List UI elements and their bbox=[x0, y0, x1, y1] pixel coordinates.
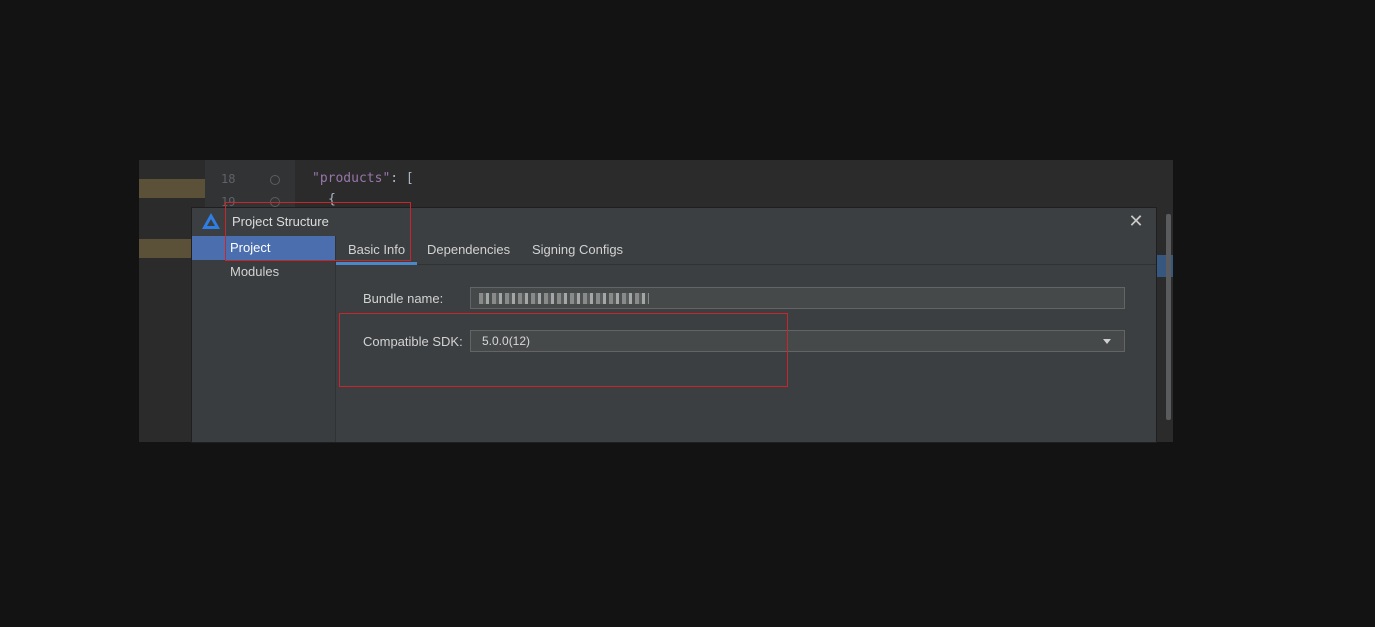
tab-dependencies[interactable]: Dependencies bbox=[427, 236, 510, 264]
dropdown-arrow-icon bbox=[1103, 339, 1111, 344]
code-line: { bbox=[328, 192, 336, 207]
json-key: "products" bbox=[312, 171, 391, 186]
project-structure-dialog: Project Structure ✕ Project Modules Basi… bbox=[192, 208, 1156, 442]
fold-icon[interactable] bbox=[270, 175, 280, 185]
json-punct: : [ bbox=[390, 171, 414, 186]
editor-highlight-bar bbox=[139, 179, 205, 198]
app-logo-icon bbox=[202, 213, 220, 229]
dialog-title: Project Structure bbox=[232, 214, 329, 229]
content-panel: Basic Info Dependencies Signing Configs … bbox=[335, 236, 1156, 442]
nav-item-project[interactable]: Project bbox=[192, 236, 335, 260]
close-icon[interactable]: ✕ bbox=[1126, 211, 1146, 231]
bundle-name-label: Bundle name: bbox=[363, 291, 444, 306]
nav-sidebar: Project Modules bbox=[192, 236, 336, 442]
scrollbar[interactable] bbox=[1166, 214, 1171, 420]
code-line: "products": [ bbox=[312, 171, 414, 186]
compatible-sdk-label: Compatible SDK: bbox=[363, 334, 463, 349]
fold-icon[interactable] bbox=[270, 197, 280, 207]
nav-item-modules[interactable]: Modules bbox=[192, 260, 335, 284]
line-number: 18 bbox=[221, 172, 236, 186]
tab-basic-info[interactable]: Basic Info bbox=[335, 236, 418, 265]
compatible-sdk-value: 5.0.0(12) bbox=[482, 334, 531, 348]
line-number: 19 bbox=[221, 195, 236, 209]
bundle-name-input[interactable] bbox=[470, 287, 1125, 309]
dialog-titlebar[interactable]: Project Structure ✕ bbox=[192, 208, 1156, 237]
redacted-value bbox=[479, 293, 649, 304]
tab-bar: Basic Info Dependencies Signing Configs bbox=[335, 236, 1156, 265]
tab-signing-configs[interactable]: Signing Configs bbox=[532, 236, 623, 264]
compatible-sdk-select[interactable]: 5.0.0(12) bbox=[470, 330, 1125, 352]
